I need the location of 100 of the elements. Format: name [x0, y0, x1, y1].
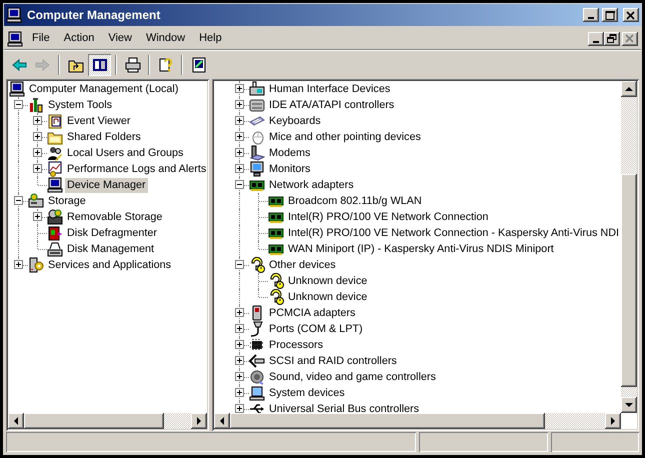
- forward-arrow-icon: [34, 57, 50, 73]
- input-device-icon: [249, 81, 265, 98]
- maximize-button[interactable]: [602, 8, 618, 22]
- system-device-icon: [249, 385, 265, 402]
- tree-item[interactable]: Disk Management: [65, 242, 156, 256]
- right-arrow-icon: [610, 417, 616, 425]
- tree-item[interactable]: Device Manager: [65, 178, 148, 192]
- storage-icon: [28, 193, 44, 210]
- expand-toggle[interactable]: [235, 180, 244, 189]
- expand-toggle[interactable]: [235, 260, 244, 269]
- scrollbar-thumb[interactable]: [230, 413, 545, 429]
- expand-toggle[interactable]: [235, 356, 244, 365]
- toolbox-icon: [28, 97, 44, 114]
- scroll-down-button[interactable]: [621, 397, 637, 413]
- tree-item[interactable]: Universal Serial Bus controllers: [267, 402, 422, 413]
- tree-item[interactable]: Event Viewer: [65, 114, 132, 128]
- tree-item[interactable]: Sound, video and game controllers: [267, 370, 438, 384]
- scroll-right-button[interactable]: [605, 413, 621, 429]
- menu-item[interactable]: Action: [56, 29, 102, 48]
- tree-item[interactable]: Computer Management (Local): [27, 82, 180, 96]
- modem-icon: [249, 145, 265, 162]
- expand-toggle[interactable]: [235, 84, 244, 93]
- disk-icon: [47, 241, 63, 258]
- tree-item[interactable]: Removable Storage: [65, 210, 164, 224]
- tree-item[interactable]: Human Interface Devices: [267, 82, 392, 96]
- computer-icon: [9, 81, 25, 98]
- expand-toggle[interactable]: [235, 164, 244, 173]
- tree-item[interactable]: Intel(R) PRO/100 VE Network Connection: [286, 210, 490, 224]
- properties-icon: [190, 57, 206, 73]
- services-icon: [28, 257, 44, 274]
- minimize-button[interactable]: [588, 32, 604, 46]
- printer-icon: [124, 57, 140, 73]
- tree-item[interactable]: Local Users and Groups: [65, 146, 186, 160]
- window-title: Computer Management: [27, 7, 162, 24]
- tree-item[interactable]: Shared Folders: [65, 130, 143, 144]
- tree-item[interactable]: Other devices: [267, 258, 338, 272]
- up-arrow-icon: [625, 86, 633, 92]
- tree-item[interactable]: Services and Applications: [46, 258, 174, 272]
- connector-icon: [249, 353, 265, 370]
- expand-toggle[interactable]: [235, 372, 244, 381]
- tree-item[interactable]: Monitors: [267, 162, 312, 176]
- expand-toggle[interactable]: [235, 116, 244, 125]
- tree-item[interactable]: SCSI and RAID controllers: [267, 354, 399, 368]
- scrollbar-thumb[interactable]: [621, 174, 637, 387]
- tree-item[interactable]: Keyboards: [267, 114, 323, 128]
- menu-item[interactable]: Help: [192, 29, 229, 48]
- expand-toggle[interactable]: [14, 260, 23, 269]
- scroll-left-button[interactable]: [214, 413, 230, 429]
- toolbar-button[interactable]: [88, 54, 111, 76]
- tree-item[interactable]: Ports (COM & LPT): [267, 322, 365, 336]
- expand-toggle[interactable]: [235, 340, 244, 349]
- close-button[interactable]: [623, 8, 639, 22]
- restore-icon: [607, 34, 617, 43]
- disk-drive-icon: [47, 209, 63, 226]
- tree-item[interactable]: Storage: [46, 194, 88, 208]
- expand-toggle[interactable]: [14, 100, 23, 109]
- computer-icon: [7, 30, 23, 47]
- restore-button[interactable]: [604, 32, 620, 46]
- menu-item[interactable]: File: [25, 29, 57, 48]
- tree-item[interactable]: IDE ATA/ATAPI controllers: [267, 98, 396, 112]
- scroll-right-button[interactable]: [191, 413, 207, 429]
- expand-toggle[interactable]: [33, 212, 42, 221]
- tree-item[interactable]: Performance Logs and Alerts: [65, 162, 207, 176]
- expand-toggle[interactable]: [235, 132, 244, 141]
- expand-toggle[interactable]: [235, 324, 244, 333]
- menu-item[interactable]: Window: [138, 29, 192, 48]
- expand-toggle[interactable]: [14, 196, 23, 205]
- expand-toggle[interactable]: [33, 164, 42, 173]
- tree-item[interactable]: System devices: [267, 386, 347, 400]
- expand-toggle[interactable]: [33, 148, 42, 157]
- tree-item[interactable]: Unknown device: [286, 274, 370, 288]
- close-icon: [626, 10, 636, 20]
- expand-toggle[interactable]: [235, 404, 244, 413]
- expand-toggle[interactable]: [235, 148, 244, 157]
- tree-item[interactable]: System Tools: [46, 98, 114, 112]
- tree-item[interactable]: Intel(R) PRO/100 VE Network Connection - Kaspersky Anti-Virus NDI: [286, 226, 621, 240]
- expand-toggle[interactable]: [235, 308, 244, 317]
- left-arrow-icon: [219, 417, 225, 425]
- expand-toggle[interactable]: [33, 132, 42, 141]
- scroll-up-button[interactable]: [621, 81, 637, 97]
- menu-item[interactable]: View: [101, 29, 139, 48]
- scroll-left-button[interactable]: [8, 413, 24, 429]
- tree-item[interactable]: Network adapters: [267, 178, 356, 192]
- scrollbar-thumb[interactable]: [24, 413, 164, 429]
- defrag-icon: [47, 225, 63, 242]
- expand-toggle[interactable]: [33, 116, 42, 125]
- tree-item[interactable]: Broadcom 802.11b/g WLAN: [286, 194, 424, 208]
- maximize-icon: [605, 10, 615, 20]
- left-arrow-icon: [13, 417, 19, 425]
- tree-item[interactable]: Processors: [267, 338, 326, 352]
- expand-toggle[interactable]: [235, 100, 244, 109]
- tree-item[interactable]: WAN Miniport (IP) - Kaspersky Anti-Virus NDIS Miniport: [286, 242, 556, 256]
- tree-item[interactable]: PCMCIA adapters: [267, 306, 358, 320]
- expand-toggle[interactable]: [235, 388, 244, 397]
- minimize-button[interactable]: [583, 8, 599, 22]
- question-mark-icon: [249, 257, 265, 274]
- tree-item[interactable]: Modems: [267, 146, 312, 160]
- tree-item[interactable]: Unknown device: [286, 290, 370, 304]
- tree-item[interactable]: Disk Defragmenter: [65, 226, 160, 240]
- tree-item[interactable]: Mice and other pointing devices: [267, 130, 423, 144]
